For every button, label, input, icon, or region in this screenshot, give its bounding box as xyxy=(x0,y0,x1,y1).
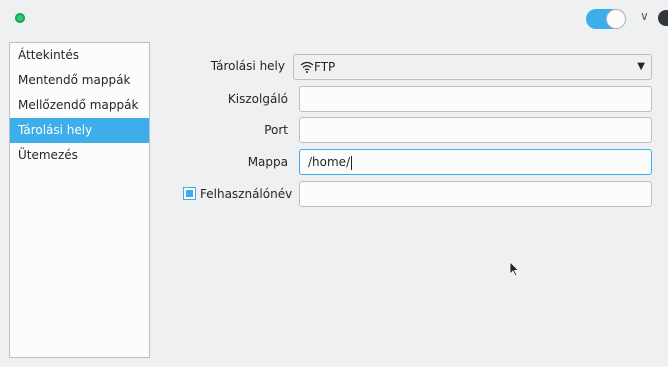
port-input[interactable] xyxy=(299,117,652,143)
sidebar: Áttekintés Mentendő mappák Mellőzendő ma… xyxy=(9,42,150,358)
folder-input[interactable]: /home/ xyxy=(299,149,652,175)
status-icon xyxy=(15,13,25,23)
close-icon[interactable] xyxy=(658,10,668,26)
username-input[interactable] xyxy=(299,181,652,207)
sidebar-item-schedule[interactable]: Ütemezés xyxy=(10,143,149,168)
wifi-icon xyxy=(300,61,314,73)
sidebar-item-excluded-folders[interactable]: Mellőzendő mappák xyxy=(10,93,149,118)
title-bar: ∨ xyxy=(0,0,668,36)
sidebar-item-overview[interactable]: Áttekintés xyxy=(10,43,149,68)
sidebar-item-storage[interactable]: Tárolási hely xyxy=(10,118,149,143)
sidebar-item-backup-folders[interactable]: Mentendő mappák xyxy=(10,68,149,93)
toggle-knob[interactable] xyxy=(606,9,626,29)
checkbox-checked-mark xyxy=(186,190,193,197)
port-label: Port xyxy=(264,123,288,137)
text-caret xyxy=(351,155,353,170)
dropdown-arrow-icon[interactable]: ▼ xyxy=(637,55,645,79)
mouse-pointer-icon xyxy=(509,261,520,277)
username-label[interactable]: Felhasználónév xyxy=(200,187,292,201)
storage-combobox[interactable]: FTP ▼ xyxy=(293,54,652,80)
folder-value: /home/ xyxy=(308,155,351,169)
chevron-down-icon[interactable]: ∨ xyxy=(640,9,649,23)
storage-label: Tárolási hely xyxy=(210,59,285,73)
server-label: Kiszolgáló xyxy=(227,92,288,106)
enable-toggle[interactable] xyxy=(586,9,626,29)
folder-label: Mappa xyxy=(247,155,288,169)
storage-value: FTP xyxy=(314,60,336,74)
username-checkbox[interactable] xyxy=(183,187,196,200)
server-input[interactable] xyxy=(299,86,652,112)
